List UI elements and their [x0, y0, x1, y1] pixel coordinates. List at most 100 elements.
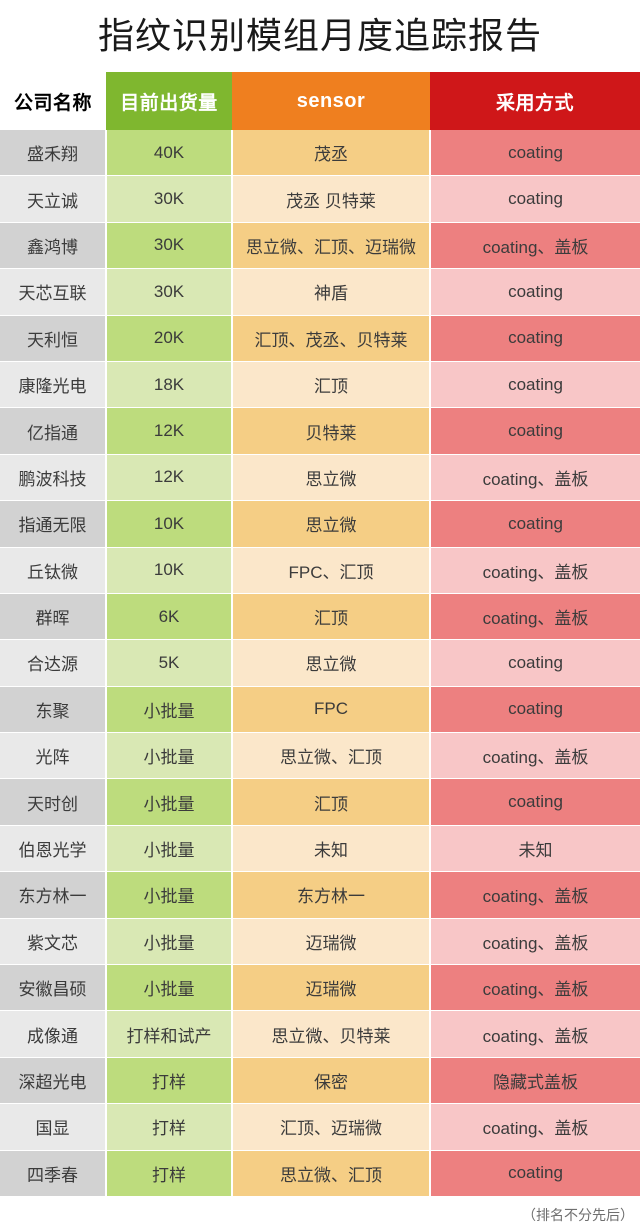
cell-volume: 打样	[106, 1150, 233, 1197]
cell-sensor: 神盾	[232, 268, 431, 316]
cell-method: coating	[430, 778, 640, 826]
cell-company: 紫文芯	[0, 918, 107, 966]
cell-sensor: 东方林一	[232, 871, 431, 919]
table-row: 天时创 小批量 汇顶 coating	[0, 778, 640, 826]
table-row: 合达源 5K 思立微 coating	[0, 639, 640, 687]
cell-method: coating	[430, 500, 640, 548]
cell-volume: 10K	[106, 547, 233, 594]
cell-method: coating	[430, 130, 640, 177]
table-row: 天立诚 30K 茂丞 贝特莱 coating	[0, 175, 640, 223]
table-row: 安徽昌硕 小批量 迈瑞微 coating、盖板	[0, 964, 640, 1012]
cell-volume: 打样	[106, 1103, 233, 1151]
table-row: 紫文芯 小批量 迈瑞微 coating、盖板	[0, 918, 640, 966]
cell-method: coating	[430, 1150, 640, 1197]
table-row: 成像通 打样和试产 思立微、贝特莱 coating、盖板	[0, 1010, 640, 1058]
table-row: 光阵 小批量 思立微、汇顶 coating、盖板	[0, 732, 640, 780]
cell-sensor: 思立微	[232, 639, 431, 687]
table-row: 深超光电 打样 保密 隐藏式盖板	[0, 1057, 640, 1105]
table-row: 国显 打样 汇顶、迈瑞微 coating、盖板	[0, 1103, 640, 1151]
cell-volume: 40K	[106, 130, 233, 177]
cell-method: coating	[430, 175, 640, 223]
cell-company: 亿指通	[0, 407, 107, 455]
fingerprint-module-tracking-table: 公司名称 目前出货量 sensor 采用方式 盛禾翔 40K 茂丞 coating 天立…	[0, 72, 640, 1197]
column-header-sensor: sensor	[232, 72, 430, 130]
cell-company: 盛禾翔	[0, 130, 107, 177]
cell-method: coating、盖板	[430, 222, 640, 270]
cell-volume: 6K	[106, 593, 233, 641]
cell-sensor: 思立微、汇顶	[232, 732, 431, 780]
table-row: 鑫鸿博 30K 思立微、汇顶、迈瑞微 coating、盖板	[0, 222, 640, 270]
table-row: 丘钛微 10K FPC、汇顶 coating、盖板	[0, 547, 640, 594]
cell-volume: 30K	[106, 268, 233, 316]
cell-company: 群晖	[0, 593, 107, 641]
cell-method: coating	[430, 315, 640, 362]
cell-sensor: 思立微、汇顶	[232, 1150, 431, 1197]
cell-method: coating、盖板	[430, 964, 640, 1012]
table-header: 公司名称 目前出货量 sensor 采用方式	[0, 72, 640, 130]
cell-method: coating、盖板	[430, 1103, 640, 1151]
cell-sensor: 思立微、汇顶、迈瑞微	[232, 222, 431, 270]
cell-sensor: 思立微	[232, 500, 431, 548]
cell-volume: 18K	[106, 361, 233, 409]
cell-volume: 30K	[106, 222, 233, 270]
cell-company: 光阵	[0, 732, 107, 780]
cell-volume: 5K	[106, 639, 233, 687]
cell-company: 安徽昌硕	[0, 964, 107, 1012]
footnote: （排名不分先后）	[522, 1206, 634, 1223]
cell-sensor: 汇顶	[232, 361, 431, 409]
cell-method: coating	[430, 268, 640, 316]
cell-company: 天利恒	[0, 315, 107, 362]
table-row: 天芯互联 30K 神盾 coating	[0, 268, 640, 316]
cell-method: 未知	[430, 825, 640, 873]
cell-volume: 20K	[106, 315, 233, 362]
cell-volume: 小批量	[106, 732, 233, 780]
column-header-company: 公司名称	[0, 72, 106, 130]
cell-sensor: 保密	[232, 1057, 431, 1105]
cell-method: coating、盖板	[430, 918, 640, 966]
cell-sensor: 迈瑞微	[232, 964, 431, 1012]
cell-method: coating、盖板	[430, 732, 640, 780]
cell-method: coating、盖板	[430, 871, 640, 919]
cell-method: coating、盖板	[430, 454, 640, 502]
cell-method: 隐藏式盖板	[430, 1057, 640, 1105]
cell-volume: 小批量	[106, 871, 233, 919]
cell-sensor: 思立微、贝特莱	[232, 1010, 431, 1058]
cell-volume: 30K	[106, 175, 233, 223]
cell-company: 合达源	[0, 639, 107, 687]
cell-company: 伯恩光学	[0, 825, 107, 873]
cell-volume: 12K	[106, 454, 233, 502]
cell-volume: 小批量	[106, 778, 233, 826]
cell-volume: 打样和试产	[106, 1010, 233, 1058]
table-row: 东方林一 小批量 东方林一 coating、盖板	[0, 871, 640, 919]
cell-company: 康隆光电	[0, 361, 107, 409]
cell-sensor: 汇顶	[232, 593, 431, 641]
cell-method: coating	[430, 361, 640, 409]
table-row: 盛禾翔 40K 茂丞 coating	[0, 130, 640, 177]
table-header-row: 公司名称 目前出货量 sensor 采用方式	[0, 72, 640, 130]
cell-company: 天芯互联	[0, 268, 107, 316]
cell-volume: 小批量	[106, 918, 233, 966]
cell-company: 鹏波科技	[0, 454, 107, 502]
cell-sensor: 茂丞	[232, 130, 431, 177]
cell-volume: 小批量	[106, 964, 233, 1012]
report-page: 指纹识别模组月度追踪报告 公司名称 目前出货量 sensor 采用方式 盛禾翔 4…	[0, 0, 640, 1223]
cell-company: 国显	[0, 1103, 107, 1151]
cell-company: 四季春	[0, 1150, 107, 1197]
cell-sensor: 贝特莱	[232, 407, 431, 455]
cell-sensor: 思立微	[232, 454, 431, 502]
cell-volume: 小批量	[106, 686, 233, 734]
cell-volume: 小批量	[106, 825, 233, 873]
cell-method: coating、盖板	[430, 593, 640, 641]
table-row: 康隆光电 18K 汇顶 coating	[0, 361, 640, 409]
cell-company: 丘钛微	[0, 547, 107, 594]
table-row: 四季春 打样 思立微、汇顶 coating	[0, 1150, 640, 1197]
cell-company: 鑫鸿博	[0, 222, 107, 270]
page-title: 指纹识别模组月度追踪报告	[97, 16, 542, 56]
cell-sensor: 汇顶、茂丞、贝特莱	[232, 315, 431, 362]
cell-company: 指通无限	[0, 500, 107, 548]
cell-company: 天立诚	[0, 175, 107, 223]
cell-sensor: FPC、汇顶	[232, 547, 431, 594]
table-row: 鹏波科技 12K 思立微 coating、盖板	[0, 454, 640, 502]
cell-sensor: 迈瑞微	[232, 918, 431, 966]
cell-method: coating	[430, 639, 640, 687]
